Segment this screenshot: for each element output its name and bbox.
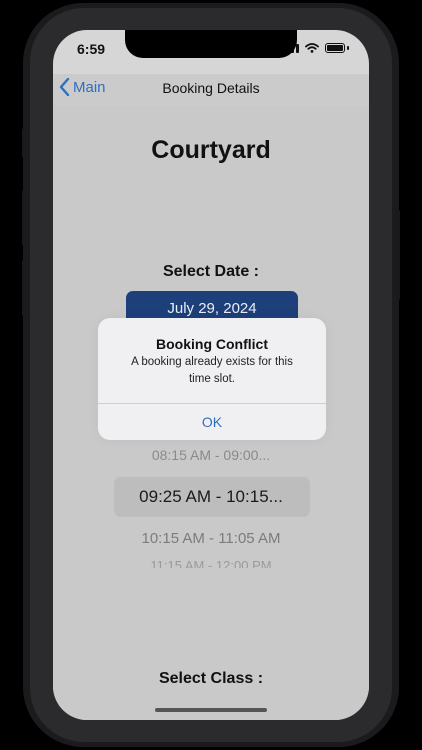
mute-switch [22,128,26,158]
navigation-bar: Main Booking Details [53,74,369,106]
time-slot-item[interactable]: 11:15 AM - 12:00 PM [53,558,369,568]
time-slot-item[interactable]: 10:15 AM - 11:05 AM [53,530,369,547]
volume-up-button [22,190,26,246]
page-title: Booking Details [162,80,260,96]
power-button [396,210,400,300]
select-class-label: Select Class : [158,670,264,687]
select-date-label: Select Date : [162,263,260,280]
notch [125,30,297,58]
alert-title: Booking Conflict [156,336,268,352]
home-indicator[interactable] [155,708,267,712]
alert-message: A booking already exists for this time s… [131,356,293,385]
venue-title: Courtyard [151,136,271,164]
alert-ok-button[interactable]: OK [98,404,326,440]
time-slot-item[interactable]: 08:15 AM - 09:00... [53,447,369,463]
battery-icon [325,43,345,53]
booking-conflict-alert: Booking Conflict A booking already exist… [98,318,326,440]
battery-cap [347,46,349,50]
wifi-icon [305,43,319,53]
status-time: 6:59 [77,41,106,57]
volume-down-button [22,260,26,316]
time-slot-item-selected[interactable]: 09:25 AM - 10:15... [53,487,369,507]
